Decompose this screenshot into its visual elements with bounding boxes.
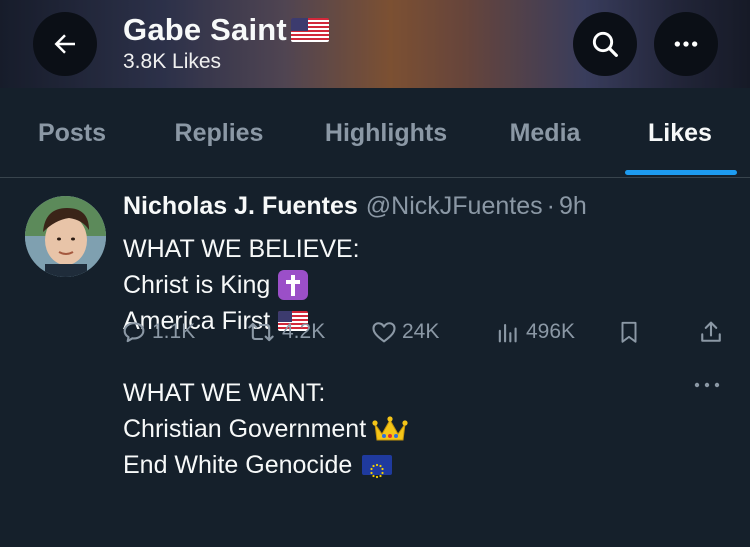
stars-icon [370,463,384,479]
eu-flag-emoji [362,455,393,479]
tab-highlights[interactable]: Highlights [314,88,458,178]
profile-header-text: Gabe Saint 3.8K Likes [123,12,329,74]
share-button[interactable] [697,318,729,346]
tweet-time[interactable]: 9h [559,192,587,221]
author-handle[interactable]: @NickJFuentes [366,192,543,221]
active-tab-indicator [625,170,737,175]
tweet-header: Nicholas J. Fuentes @NickJFuentes · 9h [123,192,723,224]
reply-button[interactable]: 1.1K [120,318,195,346]
profile-likes-count: 3.8K Likes [123,50,222,73]
tweet[interactable]: Nicholas J. Fuentes @NickJFuentes · 9h W… [0,178,750,547]
tweet-line: Christian Government [123,411,723,447]
tab-likes[interactable]: Likes [640,88,720,178]
tweet-line: Christ is King [123,267,723,303]
tab-media[interactable]: Media [500,88,590,178]
like-button[interactable]: 24K [370,318,439,346]
reply-count: 1.1K [152,320,196,343]
tab-posts[interactable]: Posts [30,88,114,178]
back-button[interactable] [33,12,97,76]
reply-icon [123,322,145,343]
tweet-line: End White Genocide [123,447,723,483]
profile-header-banner [0,0,750,88]
search-button[interactable] [573,12,637,76]
share-icon [701,321,721,342]
bookmark-button[interactable] [616,318,646,346]
repost-count: 4.2K [282,320,326,343]
views-count: 496K [526,320,576,343]
crown-emoji [372,416,408,441]
latin-cross-emoji [278,270,309,300]
like-count: 24K [402,320,440,343]
tweet-actions: 1.1K 4.2K 24K 496K [120,318,730,350]
avatar[interactable] [25,196,106,277]
arrow-left-icon [54,34,75,54]
search-icon [592,31,618,57]
profile-name: Gabe Saint [123,12,329,48]
more-horizontal-icon [694,382,720,388]
repost-button[interactable]: 4.2K [244,318,325,346]
cross-icon [286,275,301,296]
tweet-line: WHAT WE BELIEVE: [123,235,360,263]
analytics-icon [498,323,517,343]
views-button[interactable]: 496K [494,318,575,346]
more-horizontal-icon [674,41,698,47]
profile-tabs: Posts Replies Highlights Media Likes [0,88,750,178]
author-name[interactable]: Nicholas J. Fuentes [123,192,358,221]
repost-icon [248,322,274,342]
tweet-more-button[interactable] [692,378,722,396]
tweet-line: WHAT WE WANT: [123,379,326,407]
tab-replies[interactable]: Replies [166,88,272,178]
avatar-image [25,196,106,277]
tweet-text: WHAT WE BELIEVE: Christ is King America … [123,231,723,483]
heart-icon [372,322,396,343]
bookmark-icon [621,321,637,343]
us-flag-emoji [290,18,329,42]
more-options-button[interactable] [654,12,718,76]
separator-dot: · [546,192,555,220]
